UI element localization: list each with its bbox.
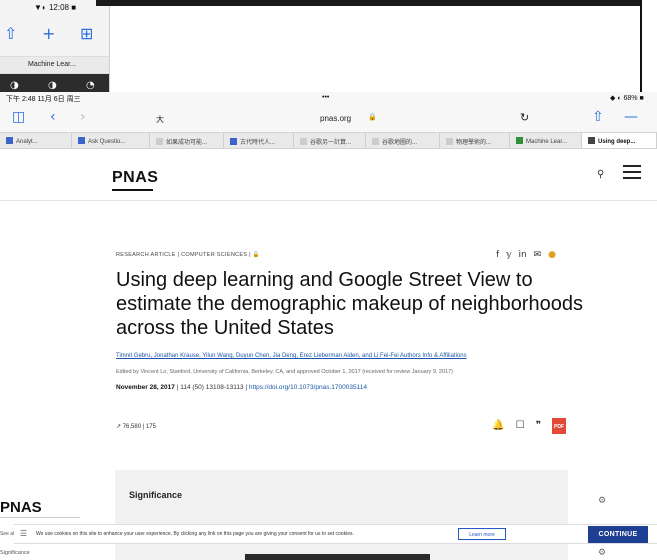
bg-tab[interactable]: Machine Lear... [0, 56, 109, 74]
home-indicator [245, 554, 430, 560]
new-tab-icon[interactable]: + [42, 24, 55, 43]
trending-icon: ↗ [116, 424, 122, 430]
metrics-count: 76,580 | 175 [122, 424, 156, 430]
favicon-icon [300, 138, 307, 145]
favicon-icon [372, 138, 379, 145]
main-browser-window: 下午 2:48 11月 6日 周三 ••• ◆ ◐ 68% ■ ◫ ‹ › 大 … [0, 92, 657, 560]
search-icon[interactable]: ⚲ [597, 169, 604, 180]
twitter-icon[interactable]: 𝕪 [506, 250, 512, 260]
linkedin-icon[interactable]: in [519, 250, 527, 260]
tab-item[interactable]: 谷歌另一計算... [294, 133, 366, 148]
tab-item[interactable]: Ask Questio... [72, 133, 150, 148]
tab-item[interactable]: 如果成功可能... [150, 133, 224, 148]
tab-bar: Analyt... Ask Questio... 如果成功可能... 古代時代人… [0, 132, 657, 149]
tab-item[interactable]: Analyt... [0, 133, 72, 148]
browser-toolbar: ◫ ‹ › 大 pnas.org 🔒 ↻ ⇧ — [0, 106, 657, 132]
email-icon[interactable]: ✉ [534, 250, 542, 260]
pdf-icon[interactable]: PDF [552, 418, 566, 434]
bg-dark-icon-2[interactable]: ◑ [48, 80, 57, 91]
bg-dark-icon-3[interactable]: ◔ [86, 80, 95, 91]
favicon-icon [78, 137, 85, 144]
status-bar: 下午 2:48 11月 6日 周三 ••• ◆ ◐ 68% ■ [0, 92, 657, 106]
window-frame-top [96, 0, 657, 6]
divider [0, 517, 80, 518]
tab-item[interactable]: 谷歌地圖的... [366, 133, 440, 148]
tab-item[interactable]: 物理學術的... [440, 133, 510, 148]
new-tab-icon[interactable]: — [624, 109, 638, 125]
learn-more-link[interactable]: Learn more [458, 528, 506, 540]
site-header: PNAS ⚲ [0, 149, 657, 201]
status-battery: ◆ ◐ 68% ■ [610, 95, 644, 102]
url-text: pnas.org [320, 114, 352, 123]
secondary-significance-label: Significance [0, 550, 30, 556]
reddit-icon[interactable]: ● [548, 250, 556, 260]
forward-icon[interactable]: › [80, 109, 86, 125]
favicon-icon [516, 137, 523, 144]
bg-dark-icon-1[interactable]: ◑ [10, 80, 19, 91]
cookie-banner: ☰ We use cookies on this site to enhance… [14, 524, 657, 544]
bg-status-bar: ▼◐ 12:08 ■ [34, 3, 77, 12]
bell-icon[interactable]: 🔔 [492, 420, 504, 431]
favicon-icon [588, 137, 595, 144]
tab-overview-icon[interactable]: ⊞ [80, 24, 93, 43]
favicon-icon [446, 138, 453, 145]
favicon-icon [156, 138, 163, 145]
share-icon[interactable]: ⇧ [592, 109, 604, 125]
gear-icon[interactable]: ⚙ [598, 548, 606, 558]
reader-mode-icon[interactable]: 大 [156, 114, 164, 125]
author-list[interactable]: Timnit Gebru, Jonathan Krause, Yilun Wan… [116, 353, 586, 359]
volume-info: 114 (50) 13108-13113 [180, 384, 244, 391]
pnas-logo-secondary[interactable]: PNAS [0, 499, 42, 516]
quote-icon[interactable]: ❞ [536, 420, 541, 431]
logo-underline [112, 189, 153, 191]
favicon-icon [6, 137, 13, 144]
bg-toolbar: ⇧ + ⊞ [0, 22, 109, 52]
significance-title: Significance [129, 490, 183, 500]
status-dots: ••• [322, 94, 330, 101]
continue-button[interactable]: CONTINUE [588, 526, 648, 543]
tab-item[interactable]: Machine Lear... [510, 133, 582, 148]
sidebar-icon[interactable]: ◫ [12, 109, 25, 125]
publication-info: November 28, 2017 | 114 (50) 13108-13113… [116, 384, 367, 391]
cookie-text: We use cookies on this site to enhance y… [36, 531, 354, 537]
tab-item[interactable]: 古代時代人... [224, 133, 294, 148]
doi-link[interactable]: https://doi.org/10.1073/pnas.1700035114 [249, 384, 367, 391]
publication-date: November 28, 2017 [116, 384, 175, 391]
window-frame-right [640, 0, 657, 106]
bg-tab-label: Machine Lear... [28, 61, 76, 68]
back-icon[interactable]: ‹ [50, 109, 56, 125]
article-title: Using deep learning and Google Street Vi… [116, 269, 583, 339]
bookmark-icon[interactable]: ☐ [516, 420, 525, 431]
share-icon[interactable]: ⇧ [4, 24, 17, 43]
menu-icon[interactable] [623, 165, 641, 179]
favicon-icon [230, 138, 237, 145]
tab-item-active[interactable]: Using deep... [582, 133, 657, 148]
facebook-icon[interactable]: f [496, 250, 499, 260]
reload-icon[interactable]: ↻ [520, 111, 529, 124]
pnas-logo[interactable]: PNAS [112, 169, 158, 187]
significance-box: Significance [115, 470, 568, 560]
share-links: f 𝕪 in ✉ ● [496, 250, 556, 260]
gear-icon[interactable]: ⚙ [598, 496, 606, 506]
address-bar[interactable]: 大 pnas.org 🔒 ↻ [150, 110, 530, 128]
lock-icon: 🔒 [368, 114, 377, 121]
open-access-icon: 🔓 [252, 252, 260, 258]
status-time: 下午 2:48 11月 6日 周三 [6, 96, 81, 103]
background-window: ▼◐ 12:08 ■ ⇧ + ⊞ Machine Lear... ◑ ◑ ◔ [0, 0, 110, 106]
edited-by: Edited by Vincent Lo, Stanford, Universi… [116, 369, 454, 375]
see-all-label: See all [0, 531, 16, 537]
article-tools: 🔔 ☐ ❞ [492, 420, 541, 431]
article-metrics[interactable]: ↗ 76,580 | 175 [116, 423, 156, 430]
info-icon: ☰ [20, 529, 28, 538]
